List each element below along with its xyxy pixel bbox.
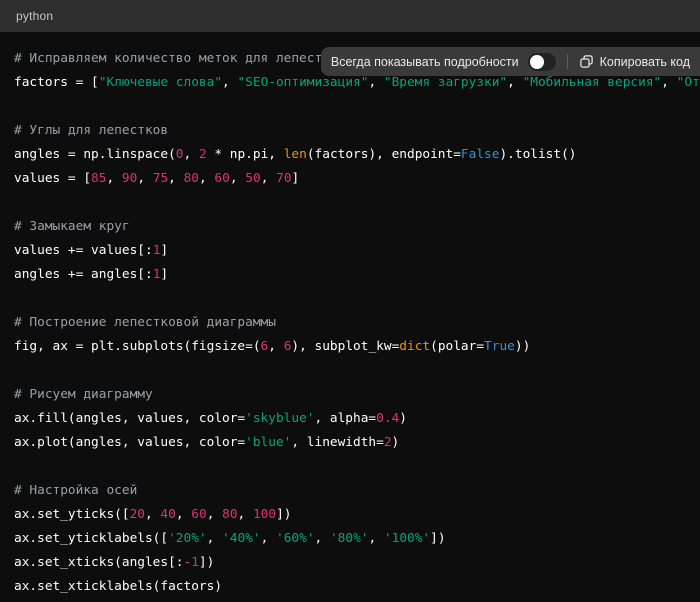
- copy-code-label: Копировать код: [600, 55, 690, 69]
- code-line: [14, 287, 700, 311]
- toolbar-divider: [567, 54, 568, 69]
- code-line: values += values[:1]: [14, 239, 700, 263]
- code-line: # Углы для лепестков: [14, 119, 700, 143]
- code-line: angles = np.linspace(0, 2 * np.pi, len(f…: [14, 143, 700, 167]
- code-block: # Исправляем количество меток для лепест…: [0, 32, 700, 602]
- always-show-details-toggle[interactable]: [528, 53, 556, 71]
- code-line: [14, 191, 700, 215]
- code-language-label: python: [16, 9, 53, 23]
- code-line: # Замыкаем круг: [14, 215, 700, 239]
- code-line: [14, 359, 700, 383]
- copy-code-button[interactable]: Копировать код: [579, 54, 690, 69]
- code-line: angles += angles[:1]: [14, 263, 700, 287]
- code-line: # Построение лепестковой диаграммы: [14, 311, 700, 335]
- code-line: fig, ax = plt.subplots(figsize=(6, 6), s…: [14, 335, 700, 359]
- copy-icon: [579, 54, 594, 69]
- code-line: values = [85, 90, 75, 80, 60, 50, 70]: [14, 167, 700, 191]
- code-line: [14, 95, 700, 119]
- code-line: # Рисуем диаграмму: [14, 383, 700, 407]
- toggle-knob: [530, 55, 544, 69]
- code-toolbar: Всегда показывать подробности Копировать…: [321, 47, 700, 76]
- code-line: ax.fill(angles, values, color='skyblue',…: [14, 407, 700, 431]
- code-content: # Исправляем количество меток для лепест…: [14, 47, 700, 599]
- code-line: # Настройка осей: [14, 479, 700, 503]
- code-line: ax.plot(angles, values, color='blue', li…: [14, 431, 700, 455]
- code-line: ax.set_xticks(angles[:-1]): [14, 551, 700, 575]
- code-line: ax.set_yticklabels(['20%', '40%', '60%',…: [14, 527, 700, 551]
- code-line: ax.set_yticks([20, 40, 60, 80, 100]): [14, 503, 700, 527]
- code-line: ax.set_xticklabels(factors): [14, 575, 700, 599]
- code-line: [14, 455, 700, 479]
- always-show-details-label: Всегда показывать подробности: [331, 55, 519, 69]
- code-block-window: python # Исправляем количество меток для…: [0, 0, 700, 602]
- code-block-header: python: [0, 0, 700, 32]
